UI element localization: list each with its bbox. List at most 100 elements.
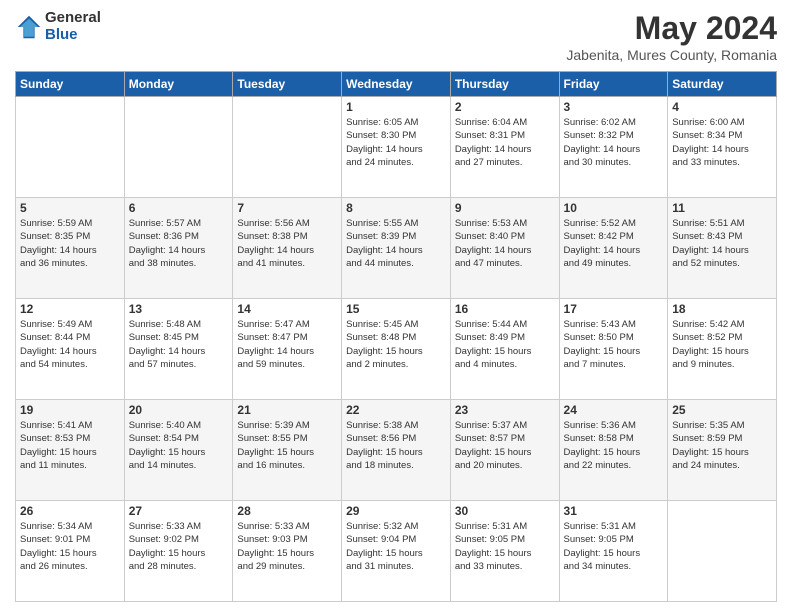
day-cell-0-2	[233, 97, 342, 198]
day-info: Sunrise: 5:37 AM Sunset: 8:57 PM Dayligh…	[455, 419, 555, 472]
day-cell-4-4: 30Sunrise: 5:31 AM Sunset: 9:05 PM Dayli…	[450, 501, 559, 602]
day-cell-3-6: 25 Sunrise: 5:35 AM Sunset: 8:59 PM Dayli…	[668, 400, 777, 501]
day-info: Sunrise: 5:31 AM Sunset: 9:05 PM Dayligh…	[564, 520, 664, 573]
weekday-header-row: Sunday Monday Tuesday Wednesday Thursday…	[16, 72, 777, 97]
day-info: Sunrise: 5:56 AM Sunset: 8:38 PM Dayligh…	[237, 217, 337, 270]
day-info: Sunrise: 5:33 AM Sunset: 9:03 PM Dayligh…	[237, 520, 337, 573]
day-info: Sunrise: 6:04 AM Sunset: 8:31 PM Dayligh…	[455, 116, 555, 169]
title-block: May 2024 Jabenita, Mures County, Romania	[566, 10, 777, 63]
header-sunday: Sunday	[16, 72, 125, 97]
day-cell-3-1: 20Sunrise: 5:40 AM Sunset: 8:54 PM Dayli…	[124, 400, 233, 501]
day-info: Sunrise: 5:31 AM Sunset: 9:05 PM Dayligh…	[455, 520, 555, 573]
day-number: 2	[455, 100, 555, 114]
day-number: 20	[129, 403, 229, 417]
day-info: Sunrise: 5:42 AM Sunset: 8:52 PM Dayligh…	[672, 318, 772, 371]
day-number: 10	[564, 201, 664, 215]
header-friday: Friday	[559, 72, 668, 97]
day-info: Sunrise: 5:49 AM Sunset: 8:44 PM Dayligh…	[20, 318, 120, 371]
day-info: Sunrise: 5:48 AM Sunset: 8:45 PM Dayligh…	[129, 318, 229, 371]
day-number: 11	[672, 201, 772, 215]
calendar-subtitle: Jabenita, Mures County, Romania	[566, 47, 777, 63]
calendar-title: May 2024	[566, 10, 777, 47]
day-cell-3-2: 21 Sunrise: 5:39 AM Sunset: 8:55 PM Dayli…	[233, 400, 342, 501]
day-cell-3-4: 23 Sunrise: 5:37 AM Sunset: 8:57 PM Dayli…	[450, 400, 559, 501]
day-number: 12	[20, 302, 120, 316]
logo-blue: Blue	[45, 27, 101, 44]
week-row-2: 12 Sunrise: 5:49 AM Sunset: 8:44 PM Dayli…	[16, 299, 777, 400]
header-thursday: Thursday	[450, 72, 559, 97]
day-info: Sunrise: 5:52 AM Sunset: 8:42 PM Dayligh…	[564, 217, 664, 270]
day-cell-2-5: 17Sunrise: 5:43 AM Sunset: 8:50 PM Dayli…	[559, 299, 668, 400]
day-number: 24	[564, 403, 664, 417]
logo-icon	[15, 13, 43, 41]
day-info: Sunrise: 5:43 AM Sunset: 8:50 PM Dayligh…	[564, 318, 664, 371]
day-number: 6	[129, 201, 229, 215]
day-cell-4-1: 27 Sunrise: 5:33 AM Sunset: 9:02 PM Dayli…	[124, 501, 233, 602]
day-info: Sunrise: 5:51 AM Sunset: 8:43 PM Dayligh…	[672, 217, 772, 270]
day-cell-1-2: 7 Sunrise: 5:56 AM Sunset: 8:38 PM Daylig…	[233, 198, 342, 299]
day-number: 21	[237, 403, 337, 417]
day-number: 25	[672, 403, 772, 417]
day-number: 9	[455, 201, 555, 215]
day-info: Sunrise: 5:38 AM Sunset: 8:56 PM Dayligh…	[346, 419, 446, 472]
day-number: 19	[20, 403, 120, 417]
header-tuesday: Tuesday	[233, 72, 342, 97]
day-number: 13	[129, 302, 229, 316]
logo: General Blue	[15, 10, 101, 43]
header-monday: Monday	[124, 72, 233, 97]
day-cell-0-3: 1Sunrise: 6:05 AM Sunset: 8:30 PM Daylig…	[342, 97, 451, 198]
day-info: Sunrise: 5:53 AM Sunset: 8:40 PM Dayligh…	[455, 217, 555, 270]
day-info: Sunrise: 5:45 AM Sunset: 8:48 PM Dayligh…	[346, 318, 446, 371]
day-info: Sunrise: 5:41 AM Sunset: 8:53 PM Dayligh…	[20, 419, 120, 472]
day-cell-0-1	[124, 97, 233, 198]
day-info: Sunrise: 5:44 AM Sunset: 8:49 PM Dayligh…	[455, 318, 555, 371]
day-cell-1-6: 11 Sunrise: 5:51 AM Sunset: 8:43 PM Dayli…	[668, 198, 777, 299]
day-number: 27	[129, 504, 229, 518]
day-number: 4	[672, 100, 772, 114]
day-number: 23	[455, 403, 555, 417]
day-info: Sunrise: 5:34 AM Sunset: 9:01 PM Dayligh…	[20, 520, 120, 573]
day-number: 5	[20, 201, 120, 215]
day-info: Sunrise: 5:35 AM Sunset: 8:59 PM Dayligh…	[672, 419, 772, 472]
day-info: Sunrise: 5:57 AM Sunset: 8:36 PM Dayligh…	[129, 217, 229, 270]
day-info: Sunrise: 5:32 AM Sunset: 9:04 PM Dayligh…	[346, 520, 446, 573]
day-cell-1-0: 5Sunrise: 5:59 AM Sunset: 8:35 PM Daylig…	[16, 198, 125, 299]
day-number: 31	[564, 504, 664, 518]
header: General Blue May 2024 Jabenita, Mures Co…	[15, 10, 777, 63]
day-cell-3-5: 24 Sunrise: 5:36 AM Sunset: 8:58 PM Dayli…	[559, 400, 668, 501]
day-number: 7	[237, 201, 337, 215]
day-cell-1-4: 9 Sunrise: 5:53 AM Sunset: 8:40 PM Daylig…	[450, 198, 559, 299]
week-row-0: 1Sunrise: 6:05 AM Sunset: 8:30 PM Daylig…	[16, 97, 777, 198]
day-cell-0-0	[16, 97, 125, 198]
calendar-table: Sunday Monday Tuesday Wednesday Thursday…	[15, 71, 777, 602]
day-cell-1-5: 10 Sunrise: 5:52 AM Sunset: 8:42 PM Dayli…	[559, 198, 668, 299]
day-cell-2-4: 16Sunrise: 5:44 AM Sunset: 8:49 PM Dayli…	[450, 299, 559, 400]
day-info: Sunrise: 5:39 AM Sunset: 8:55 PM Dayligh…	[237, 419, 337, 472]
day-info: Sunrise: 5:36 AM Sunset: 8:58 PM Dayligh…	[564, 419, 664, 472]
day-info: Sunrise: 5:33 AM Sunset: 9:02 PM Dayligh…	[129, 520, 229, 573]
day-number: 28	[237, 504, 337, 518]
day-cell-2-2: 14Sunrise: 5:47 AM Sunset: 8:47 PM Dayli…	[233, 299, 342, 400]
day-number: 26	[20, 504, 120, 518]
logo-general: General	[45, 10, 101, 27]
day-cell-4-6	[668, 501, 777, 602]
day-number: 3	[564, 100, 664, 114]
day-cell-2-0: 12 Sunrise: 5:49 AM Sunset: 8:44 PM Dayli…	[16, 299, 125, 400]
day-info: Sunrise: 6:00 AM Sunset: 8:34 PM Dayligh…	[672, 116, 772, 169]
day-cell-1-1: 6 Sunrise: 5:57 AM Sunset: 8:36 PM Daylig…	[124, 198, 233, 299]
day-cell-0-6: 4 Sunrise: 6:00 AM Sunset: 8:34 PM Daylig…	[668, 97, 777, 198]
day-cell-0-5: 3 Sunrise: 6:02 AM Sunset: 8:32 PM Daylig…	[559, 97, 668, 198]
day-number: 22	[346, 403, 446, 417]
header-saturday: Saturday	[668, 72, 777, 97]
day-cell-1-3: 8Sunrise: 5:55 AM Sunset: 8:39 PM Daylig…	[342, 198, 451, 299]
day-number: 15	[346, 302, 446, 316]
day-cell-4-2: 28 Sunrise: 5:33 AM Sunset: 9:03 PM Dayli…	[233, 501, 342, 602]
day-info: Sunrise: 5:47 AM Sunset: 8:47 PM Dayligh…	[237, 318, 337, 371]
day-number: 18	[672, 302, 772, 316]
day-info: Sunrise: 5:55 AM Sunset: 8:39 PM Dayligh…	[346, 217, 446, 270]
day-cell-4-5: 31 Sunrise: 5:31 AM Sunset: 9:05 PM Dayli…	[559, 501, 668, 602]
week-row-1: 5Sunrise: 5:59 AM Sunset: 8:35 PM Daylig…	[16, 198, 777, 299]
day-info: Sunrise: 6:02 AM Sunset: 8:32 PM Dayligh…	[564, 116, 664, 169]
day-number: 29	[346, 504, 446, 518]
week-row-3: 19 Sunrise: 5:41 AM Sunset: 8:53 PM Dayli…	[16, 400, 777, 501]
